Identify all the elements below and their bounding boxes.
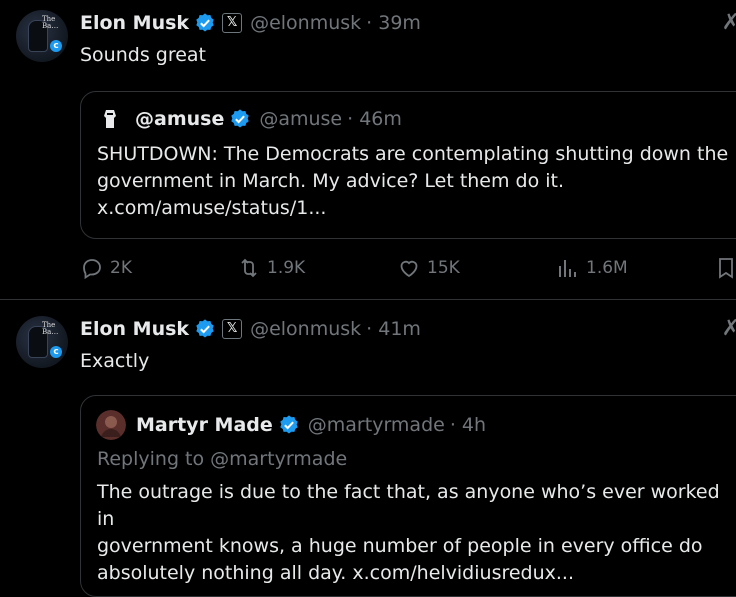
quoted-tweet[interactable]: Martyr Made @martyrmade · 4h Replying to… <box>80 395 736 597</box>
quoted-text-line: SHUTDOWN: The Democrats are contemplatin… <box>97 143 729 165</box>
avatar-text: The Ba… <box>42 15 59 30</box>
more-icon[interactable]: ✗ <box>722 10 736 35</box>
quoted-time[interactable]: · 46m <box>347 108 402 130</box>
quoted-tweet[interactable]: @amuse @amuse · 46m SHUTDOWN: The Democr… <box>80 91 736 239</box>
quoted-author[interactable]: @amuse <box>135 108 224 130</box>
x-logo-icon: 𝕏 <box>222 13 243 33</box>
author-handle[interactable]: @elonmusk <box>250 318 361 340</box>
like-icon <box>400 260 418 278</box>
tweet-actions: 2K 1.9K 15K 1.6M <box>80 256 736 280</box>
repost-count: 1.9K <box>267 258 306 278</box>
x-logo-icon: 𝕏 <box>222 319 243 339</box>
verified-badge-icon <box>196 13 214 32</box>
avatar[interactable]: The Ba… c <box>16 316 68 368</box>
quoted-handle[interactable]: @martyrmade <box>308 414 445 436</box>
quoted-text-line: government in March. My advice? Let them… <box>97 170 565 192</box>
views-count: 1.6M <box>586 258 628 278</box>
more-icon[interactable]: ✗ <box>722 316 736 341</box>
views-icon <box>559 260 576 277</box>
bookmark-icon <box>719 258 733 279</box>
quoted-avatar[interactable] <box>97 106 123 132</box>
quoted-header: @amuse @amuse · 46m <box>97 106 402 132</box>
tweet[interactable]: The Ba… c Elon Musk 𝕏 @elonmusk · 41m ✗ … <box>0 300 736 597</box>
replying-to[interactable]: Replying to @martyrmade <box>97 448 347 470</box>
repost-icon <box>241 258 257 278</box>
tweet-header: Elon Musk 𝕏 @elonmusk · 39m <box>80 11 421 35</box>
reply-icon <box>83 259 101 280</box>
tweet-time[interactable]: · 39m <box>366 12 421 34</box>
tweet-text: Sounds great <box>80 44 207 66</box>
quoted-author[interactable]: Martyr Made <box>136 414 273 436</box>
views-button[interactable]: 1.6M <box>556 256 628 280</box>
quoted-avatar[interactable] <box>96 410 126 440</box>
verified-badge-icon <box>280 415 298 434</box>
avatar-badge-icon: c <box>50 346 62 358</box>
tweet[interactable]: The Ba… c Elon Musk 𝕏 @elonmusk · 39m ✗ … <box>0 0 736 299</box>
tweet-time[interactable]: · 41m <box>366 318 421 340</box>
avatar[interactable]: The Ba… c <box>16 10 68 62</box>
avatar-text: The Ba… <box>42 321 59 336</box>
quoted-handle[interactable]: @amuse <box>259 108 342 130</box>
quoted-text-line: The outrage is due to the fact that, as … <box>97 481 720 530</box>
avatar-badge-icon: c <box>50 40 62 52</box>
quoted-header: Martyr Made @martyrmade · 4h <box>96 410 486 440</box>
like-button[interactable]: 15K <box>397 256 460 280</box>
tweet-text: Exactly <box>80 350 150 372</box>
quoted-time[interactable]: · 4h <box>450 414 486 436</box>
repost-button[interactable]: 1.9K <box>237 256 305 280</box>
tweet-header: Elon Musk 𝕏 @elonmusk · 41m <box>80 317 421 341</box>
quoted-text: The outrage is due to the fact that, as … <box>97 479 736 587</box>
reply-count: 2K <box>110 258 132 278</box>
quoted-link[interactable]: x.com/amuse/status/1... <box>97 195 736 222</box>
author-handle[interactable]: @elonmusk <box>250 12 361 34</box>
verified-badge-icon <box>196 319 214 338</box>
like-count: 15K <box>427 258 460 278</box>
verified-badge-icon <box>231 109 250 128</box>
bookmark-button[interactable] <box>714 256 736 280</box>
quoted-text: SHUTDOWN: The Democrats are contemplatin… <box>97 141 736 222</box>
reply-button[interactable]: 2K <box>80 256 132 280</box>
author-name[interactable]: Elon Musk <box>80 12 189 34</box>
quoted-text-line: government knows, a huge number of peopl… <box>97 535 703 557</box>
author-name[interactable]: Elon Musk <box>80 318 189 340</box>
